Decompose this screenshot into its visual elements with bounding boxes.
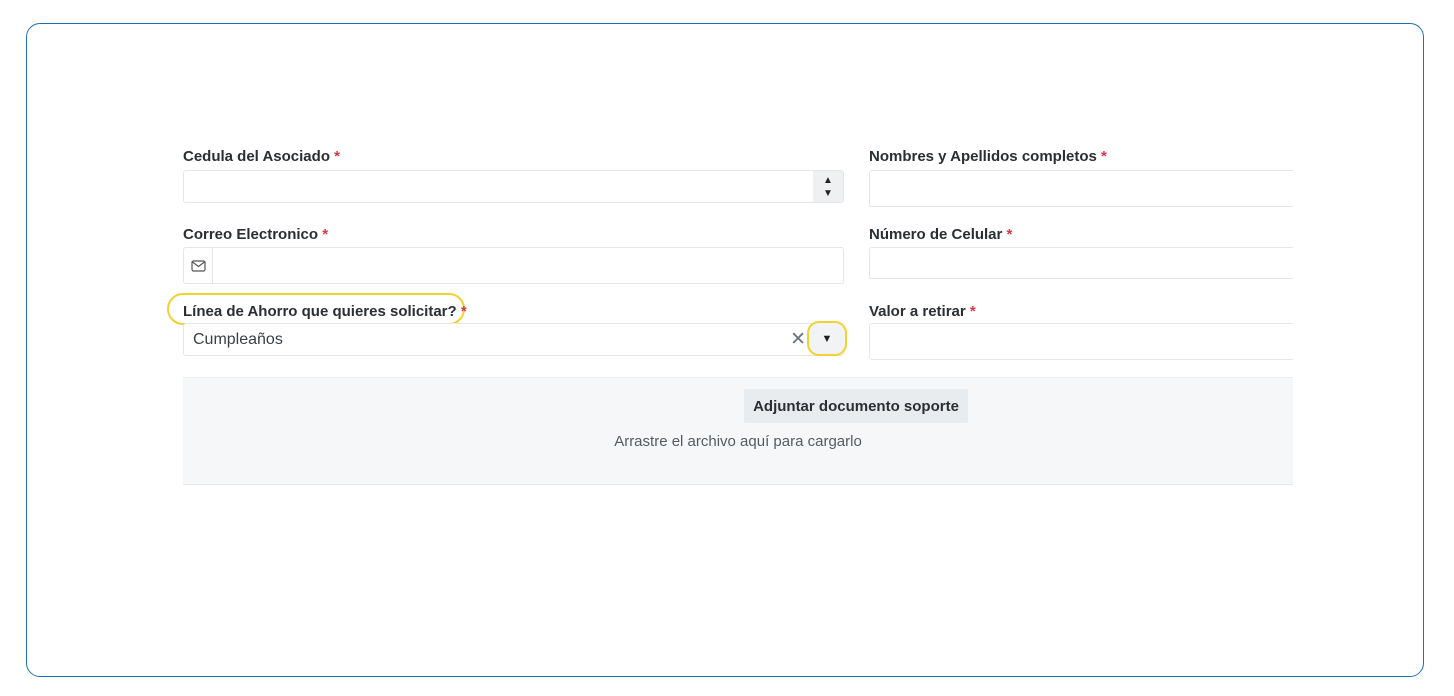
linea-label: Línea de Ahorro que quieres solicitar? *	[183, 303, 467, 320]
cedula-label: Cedula del Asociado *	[183, 148, 340, 165]
required-mark: *	[1006, 226, 1013, 243]
nombres-input[interactable]	[869, 170, 1293, 207]
correo-label: Correo Electronico *	[183, 226, 329, 243]
number-stepper[interactable]: ▲ ▼	[813, 171, 843, 202]
required-mark: *	[460, 303, 467, 320]
required-mark: *	[322, 226, 329, 243]
file-dropzone[interactable]: Adjuntar documento soporte Arrastre el a…	[183, 377, 1293, 485]
attach-document-button[interactable]: Adjuntar documento soporte	[744, 389, 968, 423]
envelope-icon	[184, 248, 213, 283]
required-mark: *	[334, 148, 340, 165]
chevron-down-icon: ▼	[821, 332, 833, 345]
clear-icon[interactable]: ✕	[790, 324, 806, 355]
required-mark: *	[969, 303, 976, 320]
dropzone-hint: Arrastre el archivo aquí para cargarlo	[614, 433, 862, 450]
valor-label: Valor a retirar *	[869, 303, 976, 320]
valor-input[interactable]	[869, 323, 1293, 360]
linea-select[interactable]: Cumpleaños ✕	[183, 323, 844, 356]
celular-label: Número de Celular *	[869, 226, 1013, 243]
cedula-input[interactable]: ▲ ▼	[183, 170, 844, 203]
dropdown-toggle-button[interactable]: ▼	[807, 321, 847, 356]
stepper-up-icon[interactable]: ▲	[823, 174, 833, 187]
selected-value: Cumpleaños	[193, 330, 283, 348]
stepper-down-icon[interactable]: ▼	[823, 187, 833, 200]
correo-input[interactable]	[183, 247, 844, 284]
celular-input[interactable]	[869, 247, 1293, 279]
nombres-label: Nombres y Apellidos completos *	[869, 148, 1107, 165]
required-mark: *	[1101, 148, 1107, 165]
